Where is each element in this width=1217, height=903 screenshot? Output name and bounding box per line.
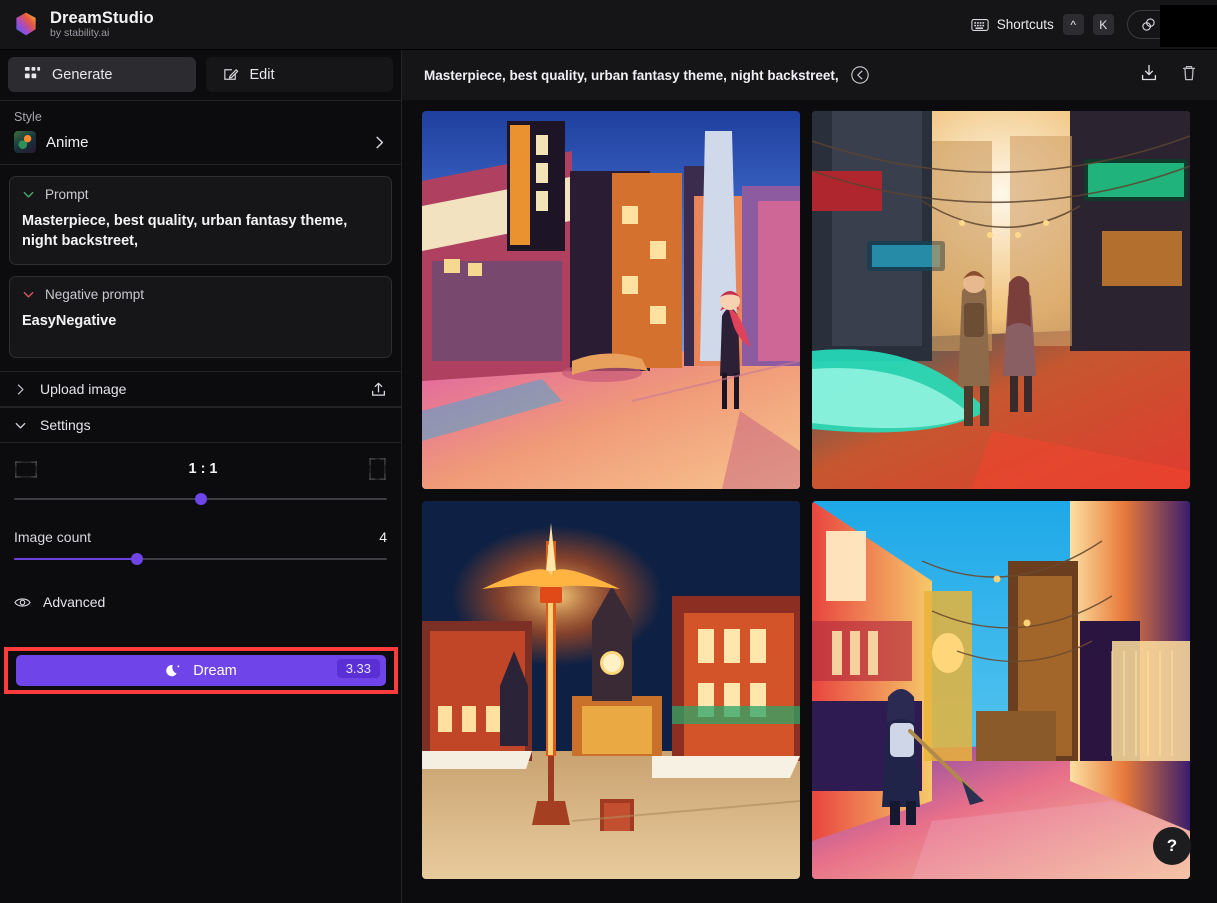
style-selector[interactable]: Anime	[14, 131, 387, 153]
delete-button[interactable]	[1179, 63, 1199, 88]
image-count-slider[interactable]	[14, 551, 387, 567]
results-grid	[422, 111, 1190, 879]
hexagon-gradient-logo	[16, 13, 36, 36]
image-count-label: Image count	[14, 529, 92, 545]
anime-style-thumbnail	[14, 131, 36, 153]
style-section: Style Anime	[0, 101, 401, 165]
download-button[interactable]	[1139, 63, 1159, 88]
redaction-overlay	[1160, 5, 1217, 47]
result-image-1[interactable]	[422, 111, 800, 489]
chevron-right-icon	[376, 136, 384, 148]
arrow-left-circle-icon	[850, 66, 869, 84]
aspect-ratio-slider[interactable]	[14, 491, 387, 507]
style-selected-label: Anime	[46, 133, 89, 151]
pencil-square-icon	[223, 69, 238, 80]
upload-image-row[interactable]: Upload image	[0, 371, 401, 407]
keycap-modifier[interactable]: ^	[1062, 14, 1084, 35]
aspect-ratio-row: 1 : 1	[14, 449, 387, 489]
result-image-2[interactable]	[812, 111, 1190, 489]
result-image-3[interactable]	[422, 501, 800, 879]
main-header: Masterpiece, best quality, urban fantasy…	[402, 50, 1217, 100]
dream-cost-badge: 3.33	[336, 659, 380, 678]
portrait-frame-icon[interactable]	[368, 457, 387, 481]
tab-generate-label: Generate	[52, 66, 113, 83]
negative-prompt-title: Negative prompt	[45, 287, 145, 302]
credits-coins-icon	[1142, 18, 1155, 31]
main-content: Masterpiece, best quality, urban fantasy…	[402, 50, 1217, 903]
upload-button[interactable]	[370, 381, 387, 398]
dreamstudio-app: DreamStudio by stability.ai Shortcuts ^ …	[0, 0, 1217, 903]
restore-prompt-button[interactable]	[850, 65, 870, 85]
help-button[interactable]: ?	[1153, 827, 1191, 865]
settings-body: 1 : 1 Image count 4	[0, 449, 401, 567]
style-section-label: Style	[14, 110, 42, 124]
keyboard-icon	[971, 18, 989, 31]
dream-button-label: Dream	[193, 662, 237, 679]
keycap-letter[interactable]: K	[1092, 14, 1114, 35]
mode-tabs: Generate Edit	[0, 50, 401, 100]
advanced-row[interactable]: Advanced	[0, 585, 401, 619]
chevron-down-icon[interactable]	[22, 188, 35, 201]
aspect-ratio-value: 1 : 1	[188, 461, 218, 477]
negative-prompt-text[interactable]: EasyNegative	[22, 311, 379, 331]
trash-icon	[1182, 65, 1196, 80]
main-prompt-title: Masterpiece, best quality, urban fantasy…	[424, 67, 839, 83]
image-count-value: 4	[379, 529, 387, 545]
download-icon	[1141, 64, 1157, 80]
negative-prompt-header: Negative prompt	[22, 287, 379, 302]
prompt-title: Prompt	[45, 187, 89, 202]
prompt-card-header: Prompt	[22, 187, 379, 202]
sidebar: Generate Edit Style Anime Prompt Masterp…	[0, 50, 402, 903]
tab-edit-label: Edit	[249, 66, 275, 83]
chevron-down-icon	[15, 422, 26, 429]
chevron-right-icon	[17, 383, 24, 395]
negative-prompt-card[interactable]: Negative prompt EasyNegative	[9, 276, 392, 358]
tab-generate[interactable]: Generate	[8, 57, 196, 92]
tab-edit[interactable]: Edit	[205, 57, 393, 92]
landscape-frame-icon[interactable]	[14, 460, 38, 479]
generated-image-1	[422, 111, 800, 489]
result-image-4[interactable]	[812, 501, 1190, 879]
dream-button[interactable]: Dream 3.33	[16, 655, 386, 686]
brand-subtitle: by stability.ai	[50, 27, 110, 40]
advanced-label: Advanced	[43, 594, 106, 610]
prompt-text[interactable]: Masterpiece, best quality, urban fantasy…	[22, 211, 379, 251]
prompt-card[interactable]: Prompt Masterpiece, best quality, urban …	[9, 176, 392, 265]
generated-image-4	[812, 501, 1190, 879]
generated-image-3	[422, 501, 800, 879]
generated-image-2	[812, 111, 1190, 489]
top-bar: DreamStudio by stability.ai Shortcuts ^ …	[0, 0, 1217, 50]
settings-label: Settings	[40, 417, 91, 433]
shortcuts-label: Shortcuts	[996, 17, 1054, 32]
shortcuts-button[interactable]: Shortcuts	[971, 17, 1054, 32]
eye-icon	[14, 597, 31, 607]
slider-thumb[interactable]	[131, 553, 144, 565]
brand-title: DreamStudio	[50, 8, 154, 27]
chevron-down-icon[interactable]	[22, 288, 35, 301]
grid-blocks-icon	[24, 66, 41, 79]
moon-icon	[166, 664, 180, 677]
upload-icon	[372, 382, 385, 396]
main-header-actions	[1139, 63, 1199, 88]
settings-row[interactable]: Settings	[0, 407, 401, 443]
upload-image-label: Upload image	[40, 381, 127, 397]
dream-highlight-box: Dream 3.33	[4, 647, 398, 694]
slider-thumb[interactable]	[194, 493, 207, 505]
slider-fill	[14, 558, 138, 560]
help-button-label: ?	[1166, 836, 1178, 855]
image-count-row: Image count 4	[14, 529, 387, 545]
brand-logo-block[interactable]: DreamStudio by stability.ai	[0, 8, 154, 40]
